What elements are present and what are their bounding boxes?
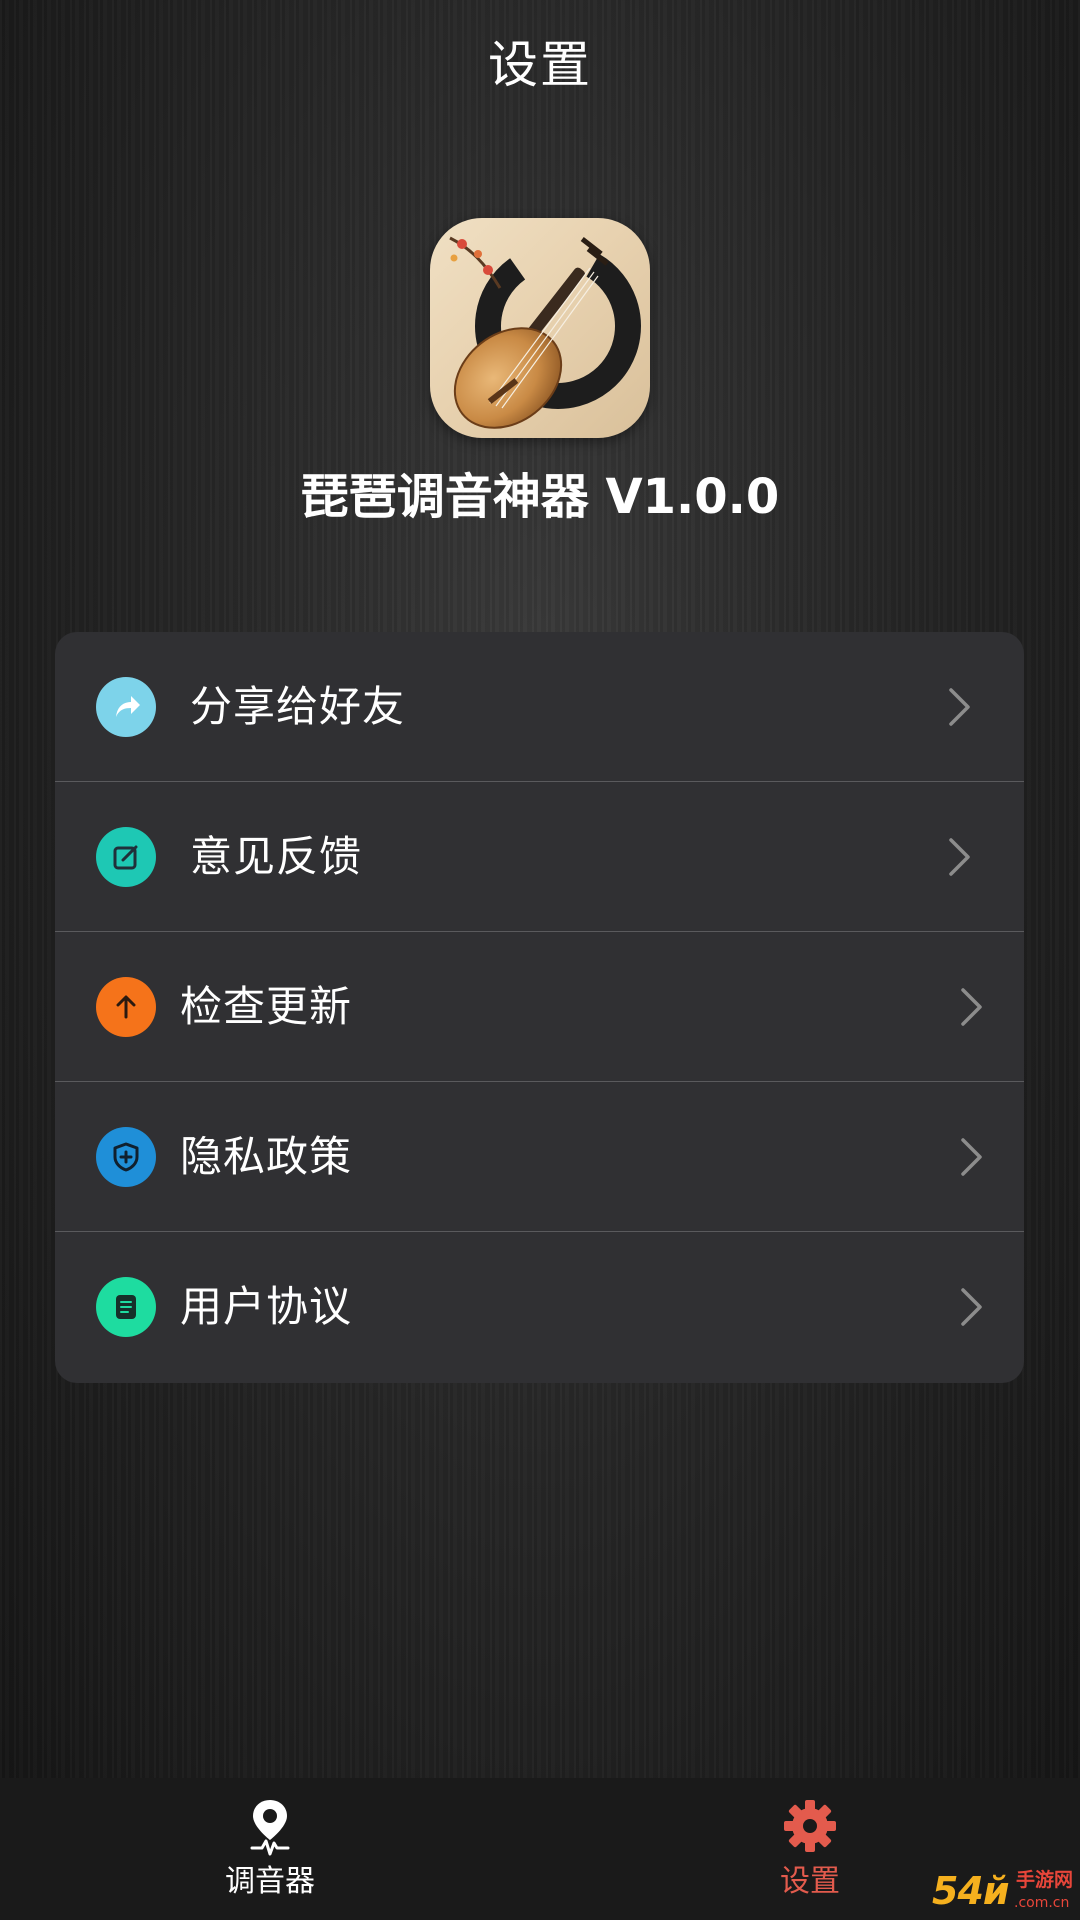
- location-pulse-icon: [250, 1800, 290, 1856]
- menu-item-feedback[interactable]: 意见反馈: [55, 782, 1024, 932]
- watermark-name: 手游网: [1016, 1869, 1074, 1891]
- app-logo: [430, 218, 650, 438]
- menu-item-privacy[interactable]: 隐私政策: [55, 1082, 1024, 1232]
- tab-label: 调音器: [225, 1864, 315, 1899]
- tab-settings[interactable]: 设置: [710, 1778, 910, 1920]
- menu-label: 意见反馈: [190, 832, 363, 881]
- app-name-version: 琵琶调音神器 V1.0.0: [300, 469, 780, 525]
- menu-label: 用户协议: [180, 1282, 353, 1331]
- tab-tuner[interactable]: 调音器: [170, 1778, 370, 1920]
- chevron-right-icon: [949, 838, 970, 876]
- menu-item-user-agreement[interactable]: 用户协议: [55, 1232, 1024, 1382]
- settings-menu: 分享给好友 意见反馈 检查更新 隐私政策 用户协议: [55, 632, 1024, 1383]
- watermark-digits: 54й: [932, 1869, 1010, 1913]
- edit-icon: [96, 827, 156, 887]
- tab-label: 设置: [780, 1864, 840, 1899]
- menu-label: 隐私政策: [180, 1132, 353, 1181]
- document-icon: [96, 1277, 156, 1337]
- bottom-tab-bar: 调音器 设置: [0, 1778, 1080, 1920]
- menu-label: 分享给好友: [190, 682, 406, 731]
- chevron-right-icon: [961, 1138, 982, 1176]
- page-title: 设置: [488, 36, 592, 94]
- menu-item-share[interactable]: 分享给好友: [55, 632, 1024, 782]
- chevron-right-icon: [961, 988, 982, 1026]
- share-icon: [96, 677, 156, 737]
- menu-item-check-update[interactable]: 检查更新: [55, 932, 1024, 1082]
- gear-icon: [784, 1800, 836, 1852]
- menu-label: 检查更新: [180, 982, 353, 1031]
- arrow-up-icon: [96, 977, 156, 1037]
- chevron-right-icon: [961, 1288, 982, 1326]
- shield-icon: [96, 1127, 156, 1187]
- watermark-domain: .com.cn: [1014, 1895, 1070, 1911]
- watermark-logo: 54й 手游网 .com.cn: [928, 1862, 1080, 1920]
- chevron-right-icon: [949, 688, 970, 726]
- pipa-lute-icon: [449, 236, 641, 429]
